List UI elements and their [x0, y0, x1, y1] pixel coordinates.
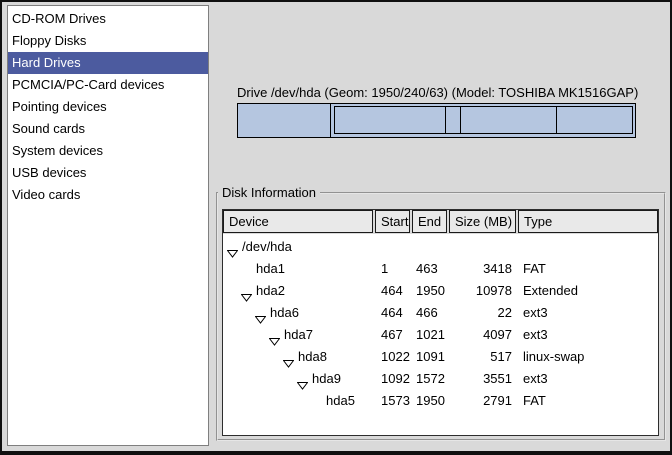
disk-table-body: /dev/hdahda114633418FAThda2464195010978E…	[223, 234, 658, 412]
device-cell: hda2	[223, 280, 375, 302]
partition-segment-hda7	[335, 107, 446, 133]
drive-title: Drive /dev/hda (Geom: 1950/240/63) (Mode…	[237, 85, 637, 100]
expander-triangle-icon[interactable]	[255, 309, 266, 317]
type-cell: ext3	[518, 368, 658, 390]
table-row-hda6[interactable]: hda6 46446622ext3	[223, 302, 658, 324]
partition-segment-hda8	[446, 107, 461, 133]
table-row-hda7[interactable]: hda7 46710214097ext3	[223, 324, 658, 346]
device-cell: hda5	[223, 390, 375, 412]
hardware-browser-window: CD-ROM DrivesFloppy DisksHard DrivesPCMC…	[0, 0, 672, 455]
end-cell: 1091	[412, 346, 449, 368]
type-cell: FAT	[518, 258, 658, 280]
end-cell: 466	[412, 302, 449, 324]
device-cell: hda1	[223, 258, 375, 280]
expander-triangle-icon[interactable]	[297, 375, 308, 383]
partition-segment-hda5	[557, 107, 632, 133]
expander-triangle-icon[interactable]	[283, 353, 294, 361]
size-cell: 4097	[449, 324, 518, 346]
device-cell: hda9	[223, 368, 375, 390]
type-cell: ext3	[518, 324, 658, 346]
tree-indent	[227, 357, 283, 358]
size-cell: 2791	[449, 390, 518, 412]
end-cell: 1950	[412, 390, 449, 412]
sidebar-item-video-cards[interactable]: Video cards	[8, 184, 208, 206]
end-cell: 1950	[412, 280, 449, 302]
end-cell	[412, 236, 449, 258]
device-label: hda1	[256, 258, 285, 280]
table-row--dev-hda[interactable]: /dev/hda	[223, 236, 658, 258]
partition-segment-hda9	[461, 107, 557, 133]
size-cell	[449, 236, 518, 258]
tree-indent	[227, 313, 255, 314]
start-cell: 1092	[375, 368, 412, 390]
tree-indent	[227, 291, 241, 292]
type-cell: FAT	[518, 390, 658, 412]
size-cell: 517	[449, 346, 518, 368]
type-cell: linux-swap	[518, 346, 658, 368]
sidebar-item-hard-drives[interactable]: Hard Drives	[8, 52, 208, 74]
tree-indent	[227, 401, 326, 402]
device-cell: hda7	[223, 324, 375, 346]
start-cell: 464	[375, 302, 412, 324]
table-row-hda8[interactable]: hda8 10221091517linux-swap	[223, 346, 658, 368]
sidebar-item-sound-cards[interactable]: Sound cards	[8, 118, 208, 140]
end-cell: 1572	[412, 368, 449, 390]
device-label: hda6	[270, 302, 299, 324]
device-label: hda7	[284, 324, 313, 346]
partition-segment-hda1	[238, 104, 331, 137]
start-cell: 1	[375, 258, 412, 280]
start-cell	[375, 236, 412, 258]
end-cell: 463	[412, 258, 449, 280]
tree-indent	[227, 269, 256, 270]
column-header-size-mb-[interactable]: Size (MB)	[449, 210, 516, 233]
column-header-start[interactable]: Start	[375, 210, 410, 233]
disk-information-label: Disk Information	[218, 185, 320, 200]
size-cell: 22	[449, 302, 518, 324]
size-cell: 10978	[449, 280, 518, 302]
type-cell	[518, 236, 658, 258]
device-label: /dev/hda	[242, 236, 292, 258]
device-label: hda8	[298, 346, 327, 368]
device-cell: /dev/hda	[223, 236, 375, 258]
tree-indent	[227, 335, 269, 336]
end-cell: 1021	[412, 324, 449, 346]
tree-indent	[227, 379, 297, 380]
column-header-end[interactable]: End	[412, 210, 447, 233]
size-cell: 3551	[449, 368, 518, 390]
table-row-hda9[interactable]: hda9 109215723551ext3	[223, 368, 658, 390]
sidebar-item-pcmcia-pc-card-devices[interactable]: PCMCIA/PC-Card devices	[8, 74, 208, 96]
column-header-device[interactable]: Device	[223, 210, 373, 233]
expander-triangle-icon[interactable]	[269, 331, 280, 339]
device-label: hda2	[256, 280, 285, 302]
table-row-hda1[interactable]: hda1 14633418FAT	[223, 258, 658, 280]
device-cell: hda6	[223, 302, 375, 324]
sidebar-item-floppy-disks[interactable]: Floppy Disks	[8, 30, 208, 52]
disk-table-header: DeviceStartEndSize (MB)Type	[223, 210, 658, 234]
start-cell: 1022	[375, 346, 412, 368]
expander-triangle-icon[interactable]	[227, 243, 238, 251]
type-cell: Extended	[518, 280, 658, 302]
start-cell: 1573	[375, 390, 412, 412]
sidebar-item-usb-devices[interactable]: USB devices	[8, 162, 208, 184]
table-row-hda2[interactable]: hda2 464195010978Extended	[223, 280, 658, 302]
sidebar-item-pointing-devices[interactable]: Pointing devices	[8, 96, 208, 118]
device-label: hda5	[326, 390, 355, 412]
sidebar-item-cd-rom-drives[interactable]: CD-ROM Drives	[8, 8, 208, 30]
disk-table: DeviceStartEndSize (MB)Type /dev/hdahda1…	[222, 209, 659, 436]
extended-partition-box	[334, 106, 633, 134]
table-row-hda5[interactable]: hda5 157319502791FAT	[223, 390, 658, 412]
partition-bar	[237, 103, 636, 138]
expander-triangle-icon[interactable]	[241, 287, 252, 295]
sidebar-item-system-devices[interactable]: System devices	[8, 140, 208, 162]
sidebar-list: CD-ROM DrivesFloppy DisksHard DrivesPCMC…	[7, 5, 209, 446]
column-header-type[interactable]: Type	[518, 210, 658, 233]
type-cell: ext3	[518, 302, 658, 324]
device-cell: hda8	[223, 346, 375, 368]
start-cell: 464	[375, 280, 412, 302]
size-cell: 3418	[449, 258, 518, 280]
device-label: hda9	[312, 368, 341, 390]
start-cell: 467	[375, 324, 412, 346]
